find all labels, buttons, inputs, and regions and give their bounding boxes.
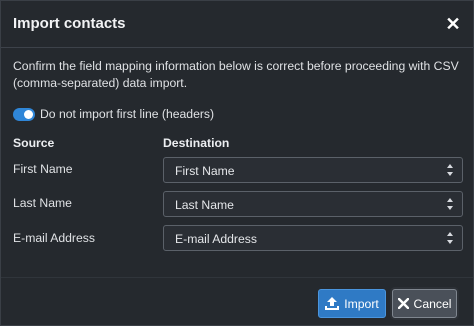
import-contacts-dialog: Import contacts ✕ Confirm the field mapp… xyxy=(0,0,474,326)
import-button[interactable]: Import xyxy=(318,289,386,318)
destination-select[interactable]: E-mail Address xyxy=(163,225,463,251)
destination-select-value: First Name xyxy=(175,164,235,178)
skip-headers-toggle[interactable] xyxy=(13,107,35,121)
cancel-button[interactable]: Cancel xyxy=(392,289,457,318)
source-column-header: Source xyxy=(13,136,55,150)
close-icon[interactable]: ✕ xyxy=(443,13,463,35)
intro-text: Confirm the field mapping information be… xyxy=(13,59,459,90)
destination-select-value: E-mail Address xyxy=(175,232,257,246)
close-icon xyxy=(397,298,409,309)
upload-icon xyxy=(325,297,340,310)
skip-headers-row: Do not import first line (headers) xyxy=(13,105,214,123)
dialog-title: Import contacts xyxy=(13,15,126,32)
toggle-knob xyxy=(24,109,33,119)
destination-column-header: Destination xyxy=(163,136,230,150)
skip-headers-label: Do not import first line (headers) xyxy=(40,107,215,121)
source-field-label: Last Name xyxy=(13,196,72,210)
dialog-header: Import contacts ✕ xyxy=(1,1,473,48)
sort-arrows-icon xyxy=(447,164,453,176)
destination-select-value: Last Name xyxy=(175,198,234,212)
destination-select[interactable]: Last Name xyxy=(163,191,463,217)
cancel-button-label: Cancel xyxy=(413,296,452,311)
source-field-label: E-mail Address xyxy=(13,231,95,245)
footer-divider xyxy=(1,277,473,278)
sort-arrows-icon xyxy=(447,198,453,210)
source-field-label: First Name xyxy=(13,162,73,176)
destination-select[interactable]: First Name xyxy=(163,157,463,183)
import-button-label: Import xyxy=(344,296,379,311)
sort-arrows-icon xyxy=(447,232,453,244)
